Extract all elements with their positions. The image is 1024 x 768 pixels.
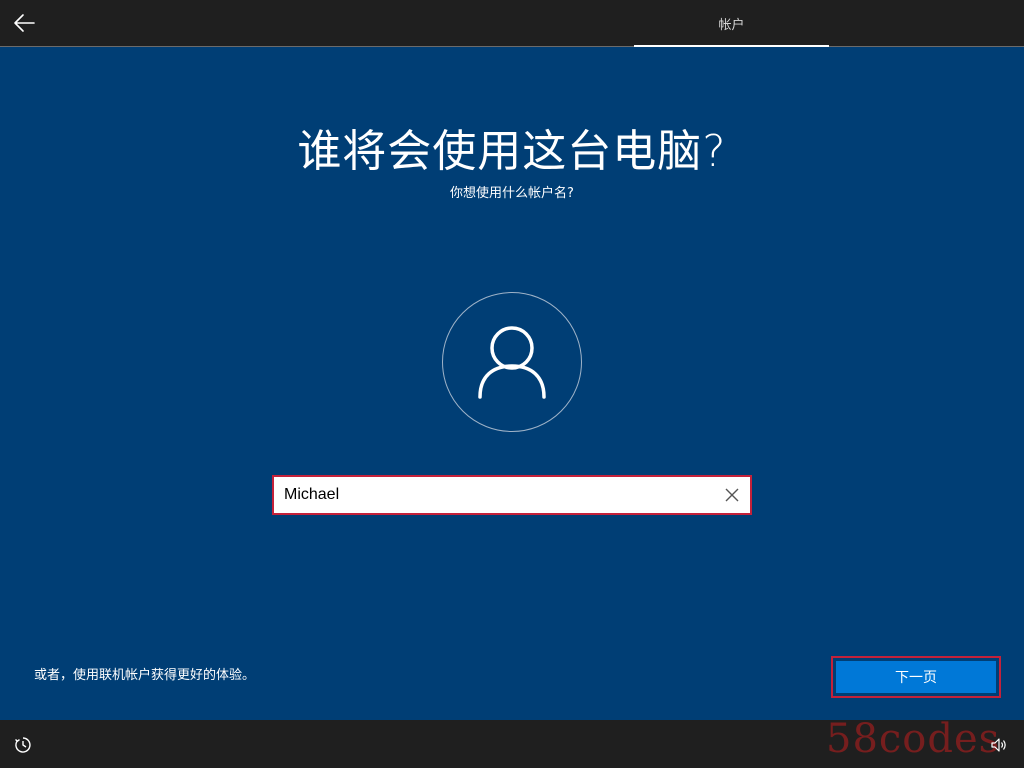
username-field <box>272 475 752 515</box>
ease-of-access-button[interactable] <box>12 734 34 756</box>
user-icon <box>478 326 546 399</box>
tab-account: 帐户 <box>634 0 829 46</box>
watermark: 58codes <box>826 716 1001 762</box>
username-input[interactable] <box>274 477 714 513</box>
page-title: 谁将会使用这台电脑? <box>297 126 727 177</box>
tab-account-label: 帐户 <box>718 17 745 33</box>
next-button[interactable]: 下一页 <box>836 661 996 693</box>
volume-icon <box>991 738 1006 752</box>
back-button[interactable] <box>8 8 40 38</box>
volume-button[interactable] <box>988 734 1010 756</box>
next-button-label: 下一页 <box>895 670 937 686</box>
top-bar <box>0 0 1024 46</box>
online-account-link[interactable]: 或者，使用联机帐户获得更好的体验。 <box>34 667 255 685</box>
arrow-left-icon <box>14 14 35 32</box>
ease-of-access-icon <box>15 737 31 753</box>
close-icon <box>725 488 739 502</box>
next-button-highlight: 下一页 <box>831 656 1001 698</box>
avatar <box>442 292 582 432</box>
page-subtitle: 你想使用什么帐户名? <box>450 186 574 201</box>
clear-input-button[interactable] <box>722 485 742 505</box>
